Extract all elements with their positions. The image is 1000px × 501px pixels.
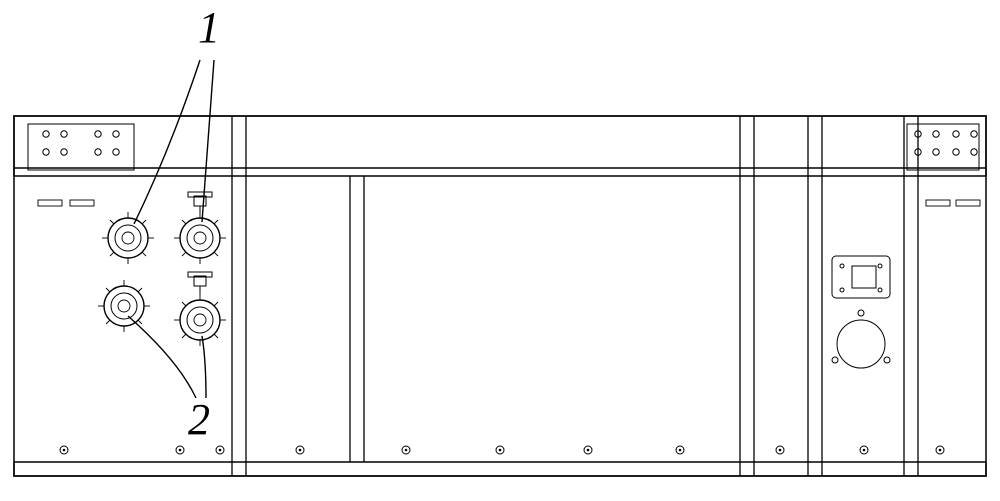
leader-lines bbox=[128, 60, 214, 398]
callout-label-2: 2 bbox=[188, 398, 210, 442]
figure-stage: 1 2 bbox=[0, 0, 1000, 501]
panel-drawing bbox=[0, 0, 1000, 501]
callout-label-1: 1 bbox=[198, 6, 220, 50]
port-upper-right-valved bbox=[174, 192, 226, 264]
port-upper-left bbox=[102, 212, 154, 264]
port-lower-left bbox=[98, 280, 150, 332]
service-panel-right bbox=[832, 256, 890, 368]
bottom-screws bbox=[60, 446, 944, 454]
mount-bolts-left bbox=[43, 131, 119, 155]
mount-bolts-right bbox=[915, 131, 977, 155]
port-lower-right bbox=[174, 272, 226, 346]
